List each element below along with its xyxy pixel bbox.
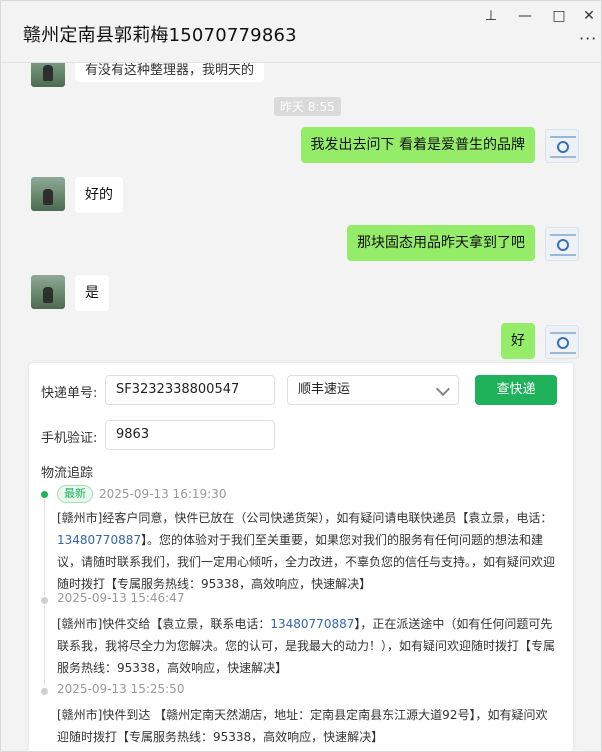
chat-title: 赣州定南县郭莉梅15070779863 (23, 25, 297, 46)
event-time: 2025-09-13 15:46:47 (57, 591, 185, 605)
courier-phone-link[interactable]: 13480770887 (270, 617, 354, 631)
friend-avatar[interactable] (31, 63, 65, 87)
more-options-icon[interactable]: ··· (579, 29, 597, 48)
timestamp-divider: 昨天 8:55 (274, 97, 341, 116)
timeline-connector (44, 605, 45, 685)
self-avatar[interactable] (545, 227, 579, 261)
maximize-icon[interactable]: □ (549, 7, 569, 25)
phone-verify-input[interactable]: 9863 (105, 420, 275, 450)
tracking-section-title: 物流追踪 (41, 466, 94, 481)
minimize-icon[interactable]: — (515, 7, 535, 25)
self-avatar[interactable] (545, 325, 579, 359)
event-time: 2025-09-13 15:25:50 (57, 682, 185, 696)
chevron-down-icon (435, 381, 451, 397)
event-header: 最新 2025-09-13 16:19:30 (57, 485, 226, 503)
message-bubble-incoming[interactable]: 有没有这种整理器，我明天的 (75, 63, 265, 82)
event-description: [赣州市]快件到达 【赣州定南天然湖店，地址：定南县定南县东江源大道92号】，如… (57, 708, 548, 744)
self-avatar[interactable] (545, 129, 579, 163)
event-time: 2025-09-13 16:19:30 (99, 487, 227, 501)
tracking-number-input[interactable]: SF3232338800547 (105, 375, 275, 405)
timeline-dot (41, 688, 48, 695)
event-description: [赣州市]经客户同意，快件已放在（公司快递货架），如有疑问请电联快递员【袁立景，… (57, 507, 557, 595)
friend-avatar[interactable] (31, 177, 65, 211)
chat-window: 赣州定南县郭莉梅15070779863 ⊥ — □ ✕ ··· 有没有这种整理器… (0, 0, 602, 752)
courier-phone-link[interactable]: 13480770887 (57, 533, 141, 547)
message-list[interactable]: 有没有这种整理器，我明天的 昨天 8:55 我发出去问下 看着是爱普生的品牌 好… (1, 63, 601, 363)
close-icon[interactable]: ✕ (579, 7, 599, 25)
query-express-button[interactable]: 查快递 (475, 375, 557, 405)
message-bubble-outgoing[interactable]: 好 (501, 323, 535, 359)
message-bubble-outgoing[interactable]: 我发出去问下 看着是爱普生的品牌 (300, 127, 535, 163)
timeline-dot-latest (41, 491, 48, 498)
express-tracking-panel: 快递单号: SF3232338800547 顺丰速运 查快递 手机验证: 986… (29, 363, 573, 751)
timeline-dot (41, 597, 48, 604)
carrier-select[interactable]: 顺丰速运 (287, 375, 459, 405)
latest-badge: 最新 (57, 485, 93, 503)
tracking-number-label: 快递单号: (41, 386, 98, 401)
timeline-connector (44, 499, 45, 595)
message-bubble-outgoing[interactable]: 那块固态用品昨天拿到了吧 (347, 225, 535, 261)
title-bar: 赣州定南县郭莉梅15070779863 ⊥ — □ ✕ ··· (1, 1, 601, 63)
event-description: [赣州市]快件交给【袁立景，联系电话：13480770887】，正在派送途中（如… (57, 613, 557, 679)
pin-icon[interactable]: ⊥ (481, 7, 501, 25)
friend-avatar[interactable] (31, 275, 65, 309)
message-bubble-incoming[interactable]: 好的 (75, 177, 123, 213)
phone-verify-label: 手机验证: (41, 431, 98, 446)
message-bubble-incoming[interactable]: 是 (75, 275, 109, 311)
carrier-select-value: 顺丰速运 (298, 382, 351, 397)
event-text: [赣州市]快件交给【袁立景，联系电话： (57, 617, 271, 631)
event-text: [赣州市]经客户同意，快件已放在（公司快递货架），如有疑问请电联快递员【袁立景，… (57, 511, 553, 525)
